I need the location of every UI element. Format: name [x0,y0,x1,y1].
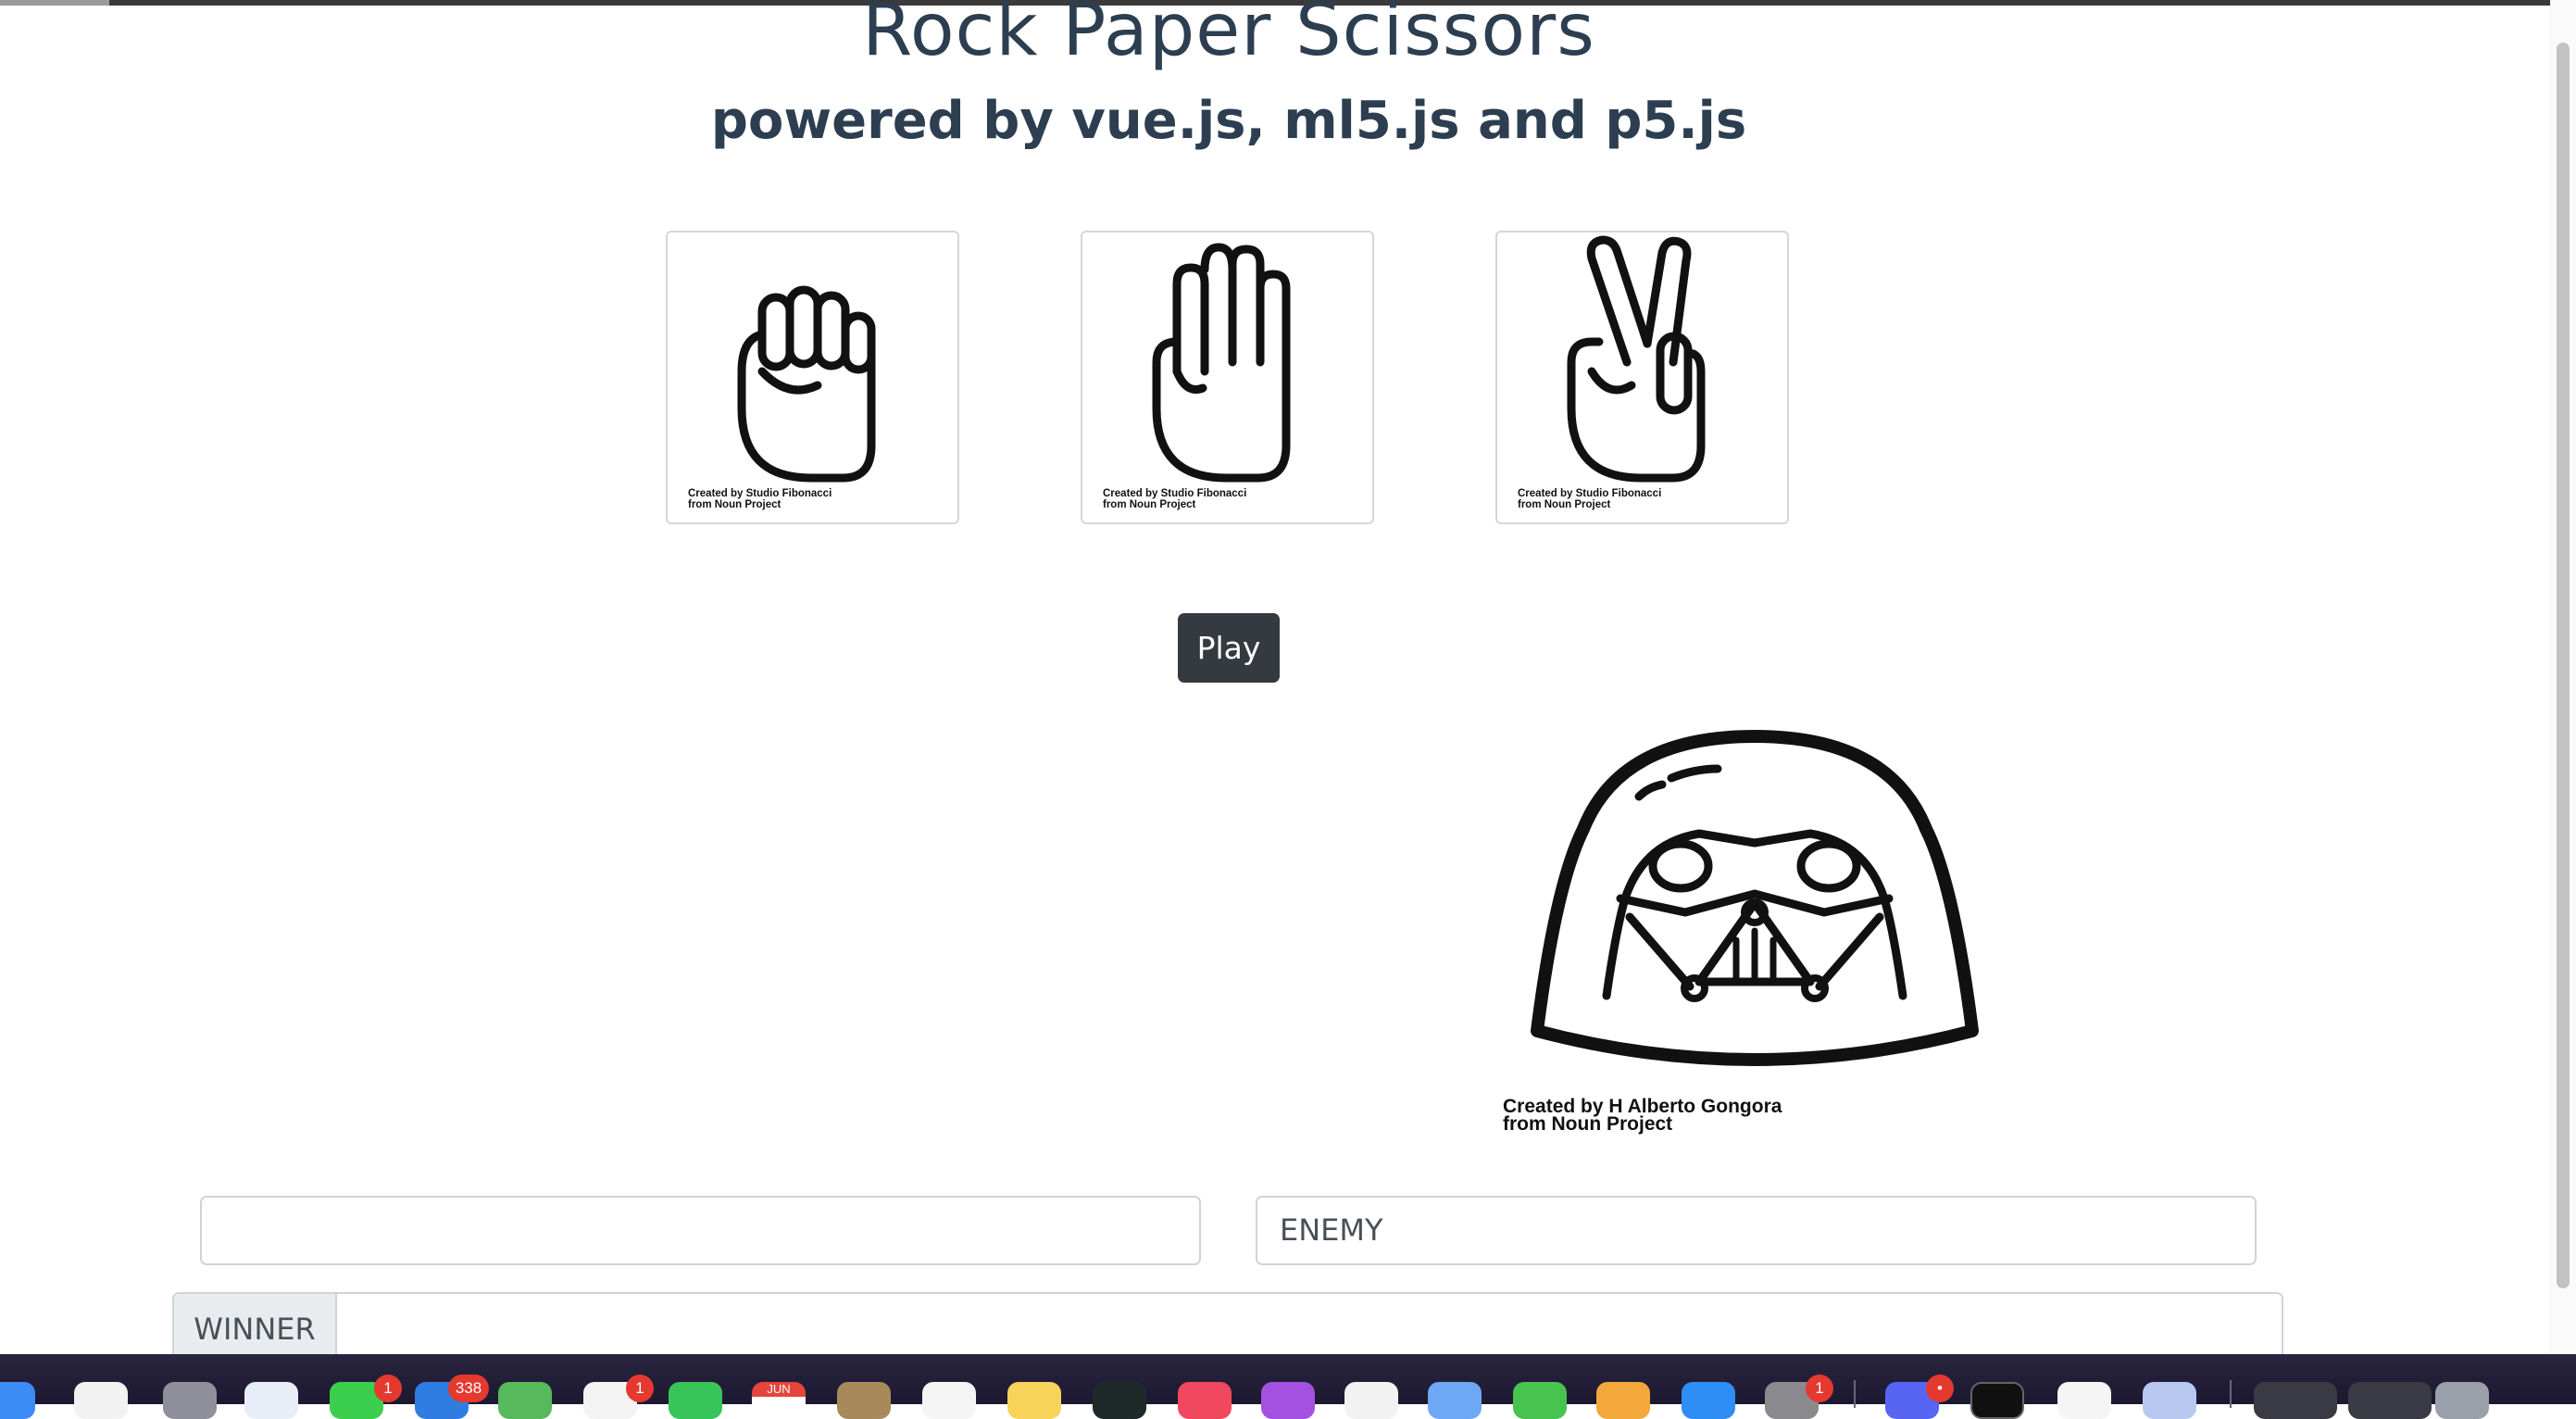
scissors-choice-card[interactable]: Created by Studio Fibonacci from Noun Pr… [1495,231,1789,524]
rock-credit: Created by Studio Fibonacci from Noun Pr… [688,488,832,510]
enemy-credit: Created by H Alberto Gongora from Noun P… [1503,1096,1782,1135]
preview-icon[interactable] [1428,1382,1482,1419]
window-thumbnail-icon[interactable] [2254,1382,2337,1419]
system-settings-badge: 1 [1806,1375,1833,1402]
app-grid-icon[interactable] [163,1382,217,1419]
scissors-hand-icon [1567,235,1706,483]
reminders-icon[interactable] [922,1382,976,1419]
trash-icon[interactable] [2435,1382,2489,1419]
news-icon[interactable] [1344,1382,1398,1419]
facetime-icon[interactable] [669,1382,722,1419]
rock-fist-icon [737,285,876,483]
scrollbar-thumb[interactable] [2557,43,2570,1288]
rock-choice-card[interactable]: Created by Studio Fibonacci from Noun Pr… [666,231,959,524]
calendar-icon[interactable]: JUN [752,1382,806,1419]
page-title: Rock Paper Scissors [862,0,1595,72]
terminal-icon[interactable] [1970,1382,2024,1419]
paper-credit: Created by Studio Fibonacci from Noun Pr… [1103,488,1247,510]
enemy-choice-field[interactable]: ENEMY [1256,1196,2257,1265]
messages-badge: 1 [374,1375,402,1402]
podcasts-icon[interactable] [1261,1382,1315,1419]
calendar-month: JUN [767,1382,791,1396]
safari-icon[interactable] [244,1382,298,1419]
scissors-credit: Created by Studio Fibonacci from Noun Pr… [1518,488,1662,510]
macos-dock: 1 338 1 JUN 1 • [0,1354,2576,1419]
paper-hand-icon [1152,243,1291,483]
folder-icon[interactable] [2143,1382,2196,1419]
photos-badge: 1 [626,1375,654,1402]
finder-icon[interactable] [0,1382,35,1419]
launchpad-icon[interactable] [74,1382,128,1419]
window-thumbnail-icon[interactable] [2348,1382,2432,1419]
darth-vader-helmet-icon [1531,730,1979,1066]
mail-badge: 338 [448,1375,489,1402]
contacts-icon[interactable] [837,1382,891,1419]
player-choice-field[interactable] [200,1196,1201,1265]
play-button[interactable]: Play [1178,613,1280,683]
appletv-icon[interactable] [1093,1382,1146,1419]
paper-choice-card[interactable]: Created by Studio Fibonacci from Noun Pr… [1081,231,1374,524]
notes-icon[interactable] [1007,1382,1061,1419]
page-subtitle: powered by vue.js, ml5.js and p5.js [710,91,1747,151]
app-store-icon[interactable] [1682,1382,1735,1419]
numbers-icon[interactable] [1513,1382,1567,1419]
discord-badge: • [1926,1375,1954,1402]
pages-icon[interactable] [1596,1382,1650,1419]
music-icon[interactable] [1178,1382,1232,1419]
vscode-icon[interactable] [2057,1382,2111,1419]
maps-icon[interactable] [498,1382,552,1419]
